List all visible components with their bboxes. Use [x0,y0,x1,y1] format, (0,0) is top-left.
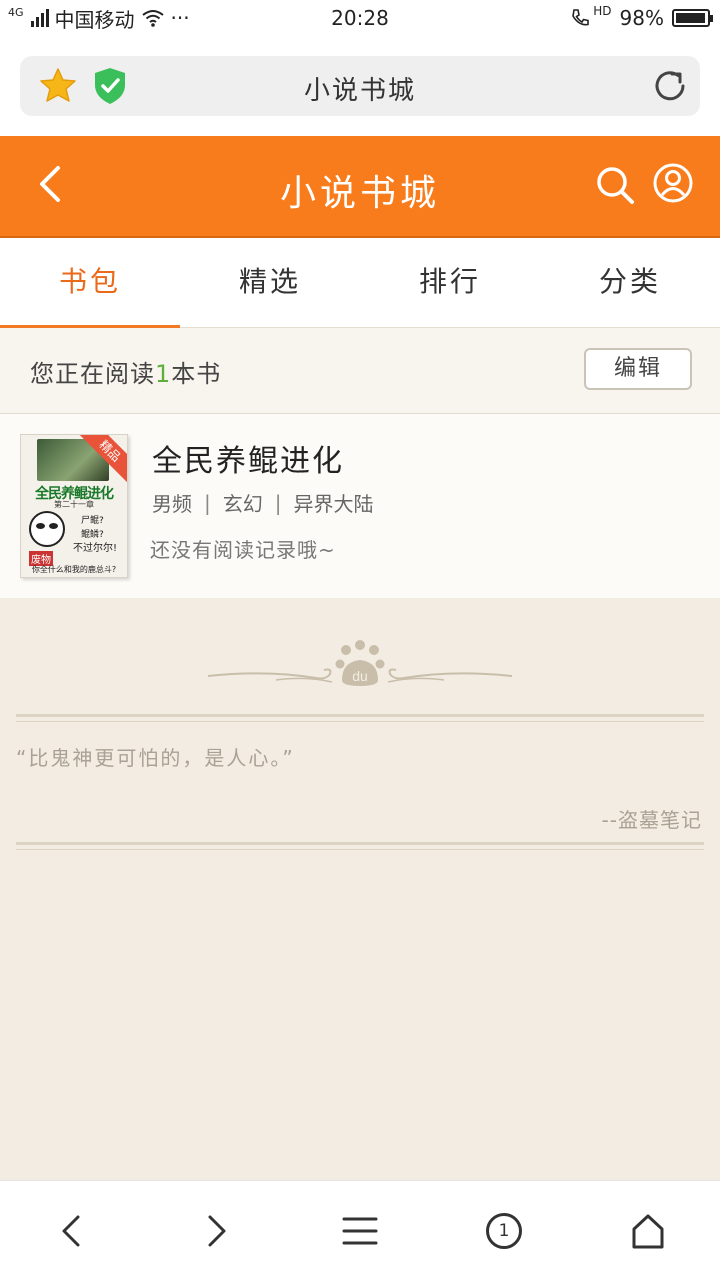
tab-category[interactable]: 分类 [540,238,720,327]
hd-label: HD [593,4,612,18]
signal-icon [30,9,49,27]
menu-icon [342,1217,378,1244]
arrow-right-icon [208,1215,226,1246]
network-type: 4G [8,5,24,19]
battery-percent: 98% [619,6,664,30]
page-url-title: 小说书城 [303,76,416,106]
divider: | [274,490,282,515]
svg-text:du: du [352,668,368,684]
quote-source: --盗墓笔记 [601,808,702,832]
book-subgenre: 异界大陆 [293,492,374,516]
browser-bottom-nav: 1 [0,1180,720,1280]
carrier-name: 中国移动 [54,7,135,32]
book-genre: 玄幻 [222,492,263,516]
home-icon [632,1214,664,1248]
clock: 20:28 [331,6,389,30]
tab-count: 1 [486,1212,522,1249]
divider-bottom [16,842,704,850]
baidu-paw-ornament: du [207,640,513,686]
book-list-item[interactable]: 精品 全民养鲲进化 第二十一章 尸鲲? 鲲鳞? 不过尔尔! 废物 你全什么和我的… [0,414,720,598]
tab-featured[interactable]: 精选 [180,238,360,327]
nav-tabs-button[interactable]: 1 [474,1201,534,1261]
book-cover[interactable]: 精品 全民养鲲进化 第二十一章 尸鲲? 鲲鳞? 不过尔尔! 废物 你全什么和我的… [20,434,128,578]
reload-icon[interactable] [650,66,690,106]
book-title[interactable]: 全民养鲲进化 [152,436,344,480]
book-channel: 男频 [152,492,192,516]
user-icon[interactable] [652,162,694,204]
reading-prefix: 您正在阅读 [30,360,155,388]
reading-progress: 还没有阅读记录哦~ [150,538,336,562]
status-bar: 4G 中国移动 ··· 20:28 HD 98% [0,0,720,36]
quote-text: “比鬼神更可怕的，是人心。” [16,746,295,770]
wifi-icon [141,10,164,27]
divider-top [16,714,704,722]
reading-suffix: 本书 [171,360,222,388]
search-icon[interactable] [594,164,636,206]
reading-status-bar: 您正在阅读1本书 编辑 [0,328,720,414]
arrow-left-icon [62,1215,80,1246]
cover-line: 你全什么和我的鹿总斗? [31,565,117,574]
browser-toolbar: 小说书城 [0,36,720,136]
cover-line: 不过尔尔! [73,543,118,554]
more-dots: ··· [170,6,190,30]
divider: | [204,490,211,515]
book-meta: 男频 | 玄幻 | 异界大陆 [152,488,374,517]
tab-bookshelf[interactable]: 书包 [0,238,180,328]
address-bar[interactable]: 小说书城 [20,56,700,116]
panda-face-icon [29,511,65,547]
cover-subtitle: 第二十一章 [54,500,94,509]
battery-icon [672,9,713,27]
nav-home-button[interactable] [618,1201,678,1261]
app-header: 小说书城 [0,136,720,238]
cover-line: 尸鲲? [81,516,104,526]
tab-ranking[interactable]: 排行 [360,238,540,327]
tab-bar: 书包 精选 排行 分类 [0,238,720,328]
hd-call-icon: HD [569,4,612,29]
nav-menu-button[interactable] [330,1201,390,1261]
nav-back-button[interactable] [42,1201,102,1261]
edit-button[interactable]: 编辑 [584,348,692,390]
reading-status: 您正在阅读1本书 [30,354,221,389]
reading-count: 1 [155,360,172,388]
nav-forward-button[interactable] [186,1201,246,1261]
battery-fill [676,13,706,23]
